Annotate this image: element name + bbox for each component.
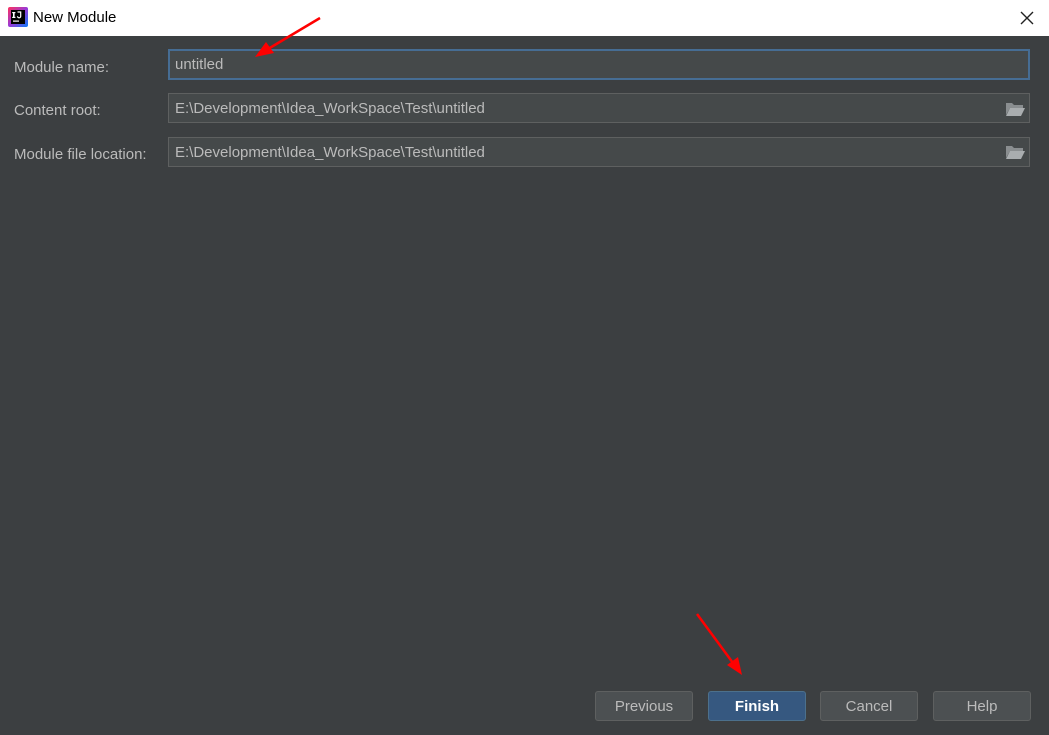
arrow-to-finish-button [695, 613, 742, 675]
title-bar: New Module [0, 0, 1049, 36]
module-name-label: Module name: [14, 59, 110, 76]
folder-open-icon[interactable] [1004, 100, 1026, 118]
cancel-button[interactable]: Cancel [820, 691, 918, 721]
folder-open-icon[interactable] [1004, 143, 1026, 161]
previous-button[interactable]: Previous [595, 691, 693, 721]
module-file-location-input[interactable] [168, 137, 1030, 167]
finish-button[interactable]: Finish [708, 691, 806, 721]
module-name-input[interactable] [168, 49, 1030, 80]
help-button[interactable]: Help [933, 691, 1031, 721]
module-file-location-label: Module file location: [14, 146, 147, 163]
close-icon[interactable] [1017, 8, 1037, 28]
new-module-dialog: New Module Module name: Content root: Mo… [0, 0, 1049, 735]
intellij-idea-icon [8, 7, 28, 27]
window-title: New Module [33, 9, 117, 26]
content-root-input[interactable] [168, 93, 1030, 123]
content-root-label: Content root: [14, 102, 101, 119]
